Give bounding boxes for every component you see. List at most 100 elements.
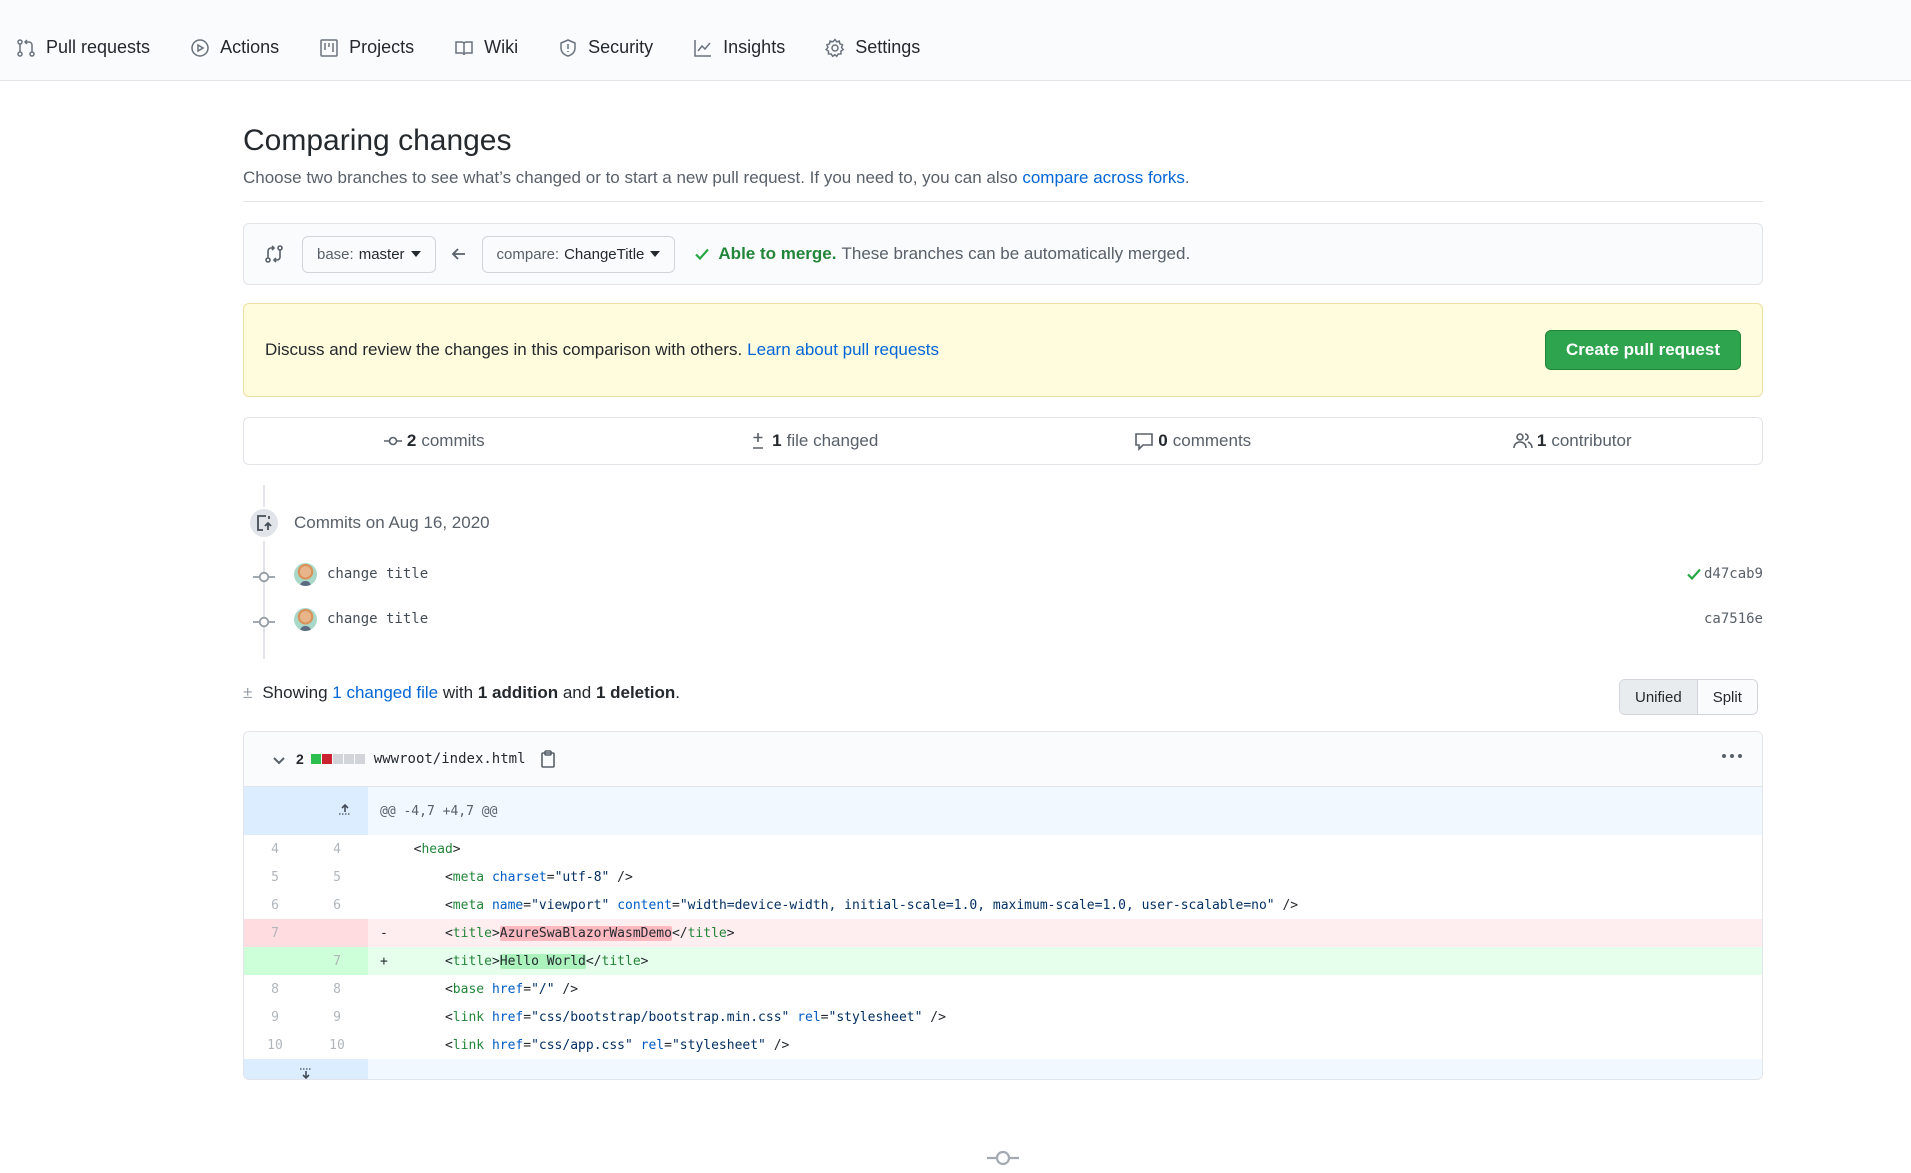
more-options-button[interactable] xyxy=(1718,754,1742,758)
additions-count: 1 addition xyxy=(477,683,559,702)
toc-and: and xyxy=(558,683,596,702)
diff-sign: + xyxy=(368,947,398,975)
compare-flash: Discuss and review the changes in this c… xyxy=(243,303,1763,397)
new-line-number[interactable]: 10 xyxy=(306,1031,368,1059)
tab-actions[interactable]: Actions xyxy=(190,37,279,58)
tab-projects[interactable]: Projects xyxy=(319,37,414,58)
new-line-number[interactable]: 6 xyxy=(306,891,368,919)
file-header: 2 wwwroot/index.html xyxy=(244,732,1762,787)
compare-across-forks-link[interactable]: compare across forks xyxy=(1022,168,1185,187)
diff-line-ctx: 99 <link href="css/bootstrap/bootstrap.m… xyxy=(244,1003,1762,1031)
diff-sign xyxy=(368,863,398,891)
diffstat-block-add xyxy=(310,754,321,764)
people-icon xyxy=(1513,433,1533,449)
tab-security[interactable]: Security xyxy=(558,37,653,58)
old-line-number[interactable]: 5 xyxy=(244,863,306,891)
commits-label: commits xyxy=(421,431,485,450)
contributors-summary[interactable]: 1 contributor xyxy=(1383,418,1763,464)
hunk-header: @@ -4,7 +4,7 @@ xyxy=(368,787,1762,835)
summary-numbers: 2 commits 1 file changed 0 comments 1 co… xyxy=(243,417,1763,465)
avatar[interactable] xyxy=(294,562,317,586)
tab-pull-requests[interactable]: Pull requests xyxy=(16,37,150,58)
expand-row-filler xyxy=(368,1059,1762,1079)
base-branch-select[interactable]: base: master xyxy=(302,235,436,273)
old-line-number[interactable]: 9 xyxy=(244,1003,306,1031)
toc-with: with xyxy=(438,683,478,702)
base-branch-name: master xyxy=(358,245,405,263)
commit-message[interactable]: change title xyxy=(327,611,428,627)
diffstat-block-neutral xyxy=(332,754,343,764)
subtitle-text: Choose two branches to see what’s change… xyxy=(243,168,1023,187)
repo-tabs: Pull requests Actions Projects Wiki Secu… xyxy=(16,37,960,58)
caret-down-icon xyxy=(650,251,661,257)
tab-label: Insights xyxy=(723,37,786,57)
expand-up-button[interactable] xyxy=(244,787,368,835)
old-line-number[interactable]: 10 xyxy=(244,1031,306,1059)
compare-branch-name: ChangeTitle xyxy=(564,245,645,263)
learn-pull-requests-link[interactable]: Learn about pull requests xyxy=(747,340,939,360)
diff-view-toggle: Unified Split xyxy=(1619,679,1758,715)
merge-status-label: Able to merge. xyxy=(718,244,837,263)
files-label: file changed xyxy=(786,431,879,450)
toc-showing: Showing xyxy=(262,683,333,702)
expand-down-button[interactable] xyxy=(244,1059,368,1079)
files-count: 1 xyxy=(772,431,782,450)
unified-view-button[interactable]: Unified xyxy=(1620,680,1698,714)
tab-insights[interactable]: Insights xyxy=(693,37,785,58)
file-change-count: 2 xyxy=(296,751,304,767)
old-line-number[interactable]: 4 xyxy=(244,835,306,863)
tab-label: Wiki xyxy=(484,37,519,57)
avatar[interactable] xyxy=(294,607,317,631)
new-line-number[interactable]: 5 xyxy=(306,863,368,891)
diff-sign xyxy=(368,1003,398,1031)
code-line: <title>AzureSwaBlazorWasmDemo</title> xyxy=(398,919,1762,947)
new-line-number[interactable]: 8 xyxy=(306,975,368,1003)
toc-end: . xyxy=(675,683,681,702)
commit-sha-text: d47cab9 xyxy=(1703,566,1763,582)
expand-row xyxy=(244,1059,1762,1079)
commits-summary[interactable]: 2 commits xyxy=(244,418,624,464)
diff-sign: - xyxy=(368,919,398,947)
tab-label: Actions xyxy=(220,37,280,57)
old-line-number[interactable]: 7 xyxy=(244,919,306,947)
new-line-number[interactable] xyxy=(306,919,368,947)
diff-table: @@ -4,7 +4,7 @@ 44 <head> 5 5 <meta charse… xyxy=(244,787,1762,1079)
check-icon xyxy=(1687,568,1701,581)
git-compare-icon xyxy=(265,245,283,263)
code-line: <title>Hello World</title> xyxy=(398,947,1762,975)
diff-line-ctx: 44 <head> xyxy=(244,835,1762,863)
commit-node-icon xyxy=(253,613,275,628)
tab-settings[interactable]: Settings xyxy=(825,37,920,58)
diffstat xyxy=(310,754,366,764)
diff-sign xyxy=(368,1031,398,1059)
commit-sha[interactable]: d47cab9 xyxy=(1686,566,1763,582)
old-line-number[interactable]: 6 xyxy=(244,891,306,919)
diff-line-add: 7 + <title>Hello World</title> xyxy=(244,947,1762,975)
commit-item: change title ca7516e xyxy=(243,603,1763,635)
code-line: <meta charset="utf-8" /> xyxy=(398,869,633,885)
commit-message[interactable]: change title xyxy=(327,566,428,582)
commit-sha[interactable]: ca7516e xyxy=(1704,611,1763,627)
range-editor: base: master compare: ChangeTitle Able t… xyxy=(243,223,1763,285)
old-line-number[interactable] xyxy=(244,947,306,975)
old-line-number[interactable]: 8 xyxy=(244,975,306,1003)
chevron-down-icon[interactable] xyxy=(272,754,286,768)
clipboard-icon[interactable] xyxy=(540,750,556,768)
new-line-number[interactable]: 4 xyxy=(306,835,368,863)
create-pull-request-button[interactable]: Create pull request xyxy=(1545,330,1741,370)
file-path[interactable]: wwwroot/index.html xyxy=(374,751,526,767)
files-summary[interactable]: 1 file changed xyxy=(624,418,1004,464)
file-diff: 2 wwwroot/index.html @@ -4,7 +4,7 @@ 44 … xyxy=(243,731,1763,1080)
code-line: <link href="css/bootstrap/bootstrap.min.… xyxy=(398,1009,946,1025)
subtitle-end: . xyxy=(1184,168,1190,187)
new-line-number[interactable]: 9 xyxy=(306,1003,368,1031)
compare-branch-select[interactable]: compare: ChangeTitle xyxy=(481,235,676,273)
tab-wiki[interactable]: Wiki xyxy=(454,37,518,58)
commit-group-title: Commits on Aug 16, 2020 xyxy=(294,513,490,532)
diffstat-block-neutral xyxy=(343,754,354,764)
diff-icon xyxy=(753,433,764,449)
comments-summary[interactable]: 0 comments xyxy=(1003,418,1383,464)
changed-files-link[interactable]: 1 changed file xyxy=(332,683,438,703)
split-view-button[interactable]: Split xyxy=(1697,680,1757,714)
new-line-number[interactable]: 7 xyxy=(306,947,368,975)
